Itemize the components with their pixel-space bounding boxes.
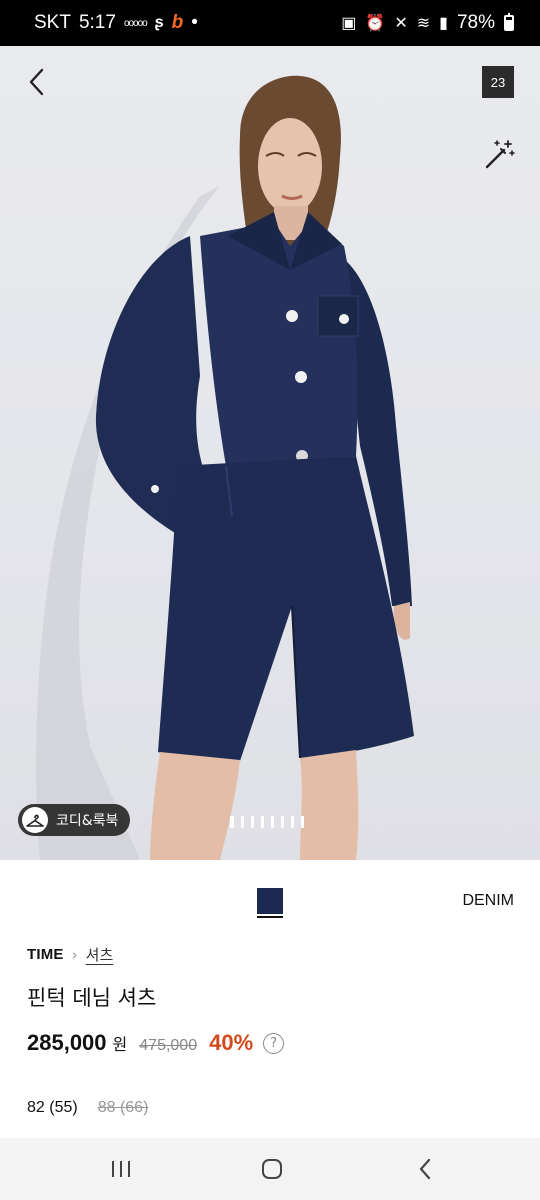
carrier-label: SKT [34, 12, 71, 33]
recent-apps-icon [112, 1161, 130, 1177]
product-title: 핀턱 데님 셔츠 [27, 986, 157, 1010]
nav-back-icon [419, 1158, 431, 1180]
pager-dot [251, 816, 254, 828]
home-button[interactable] [257, 1154, 287, 1184]
product-image-gallery[interactable]: 23 코디&룩북 [0, 46, 540, 860]
color-swatch-denim[interactable] [257, 888, 283, 914]
wifi-icon: ≋ [416, 15, 431, 32]
chevron-left-icon [29, 68, 44, 96]
price-row: 285,000 원 475,000 40% ? [27, 1030, 285, 1056]
signal-icon: ▮ [439, 15, 448, 32]
magic-wand-icon [485, 140, 515, 169]
nav-back-button[interactable] [410, 1154, 440, 1184]
photo-count-badge[interactable]: 23 [482, 66, 514, 98]
selected-swatch-indicator [257, 916, 283, 918]
battery-icon [504, 13, 514, 31]
pager-dot [291, 816, 294, 828]
category-link[interactable]: 셔츠 [86, 944, 114, 965]
bunjang-icon: b [171, 12, 184, 33]
hanger-icon [22, 807, 48, 833]
mute-icon: ✕ [394, 15, 408, 32]
notification-dots-icon: ooooo [123, 17, 148, 29]
pager-dot [241, 816, 244, 828]
gallery-pager [230, 816, 304, 828]
color-options: DENIM [0, 860, 540, 938]
price-help-icon[interactable]: ? [263, 1032, 285, 1054]
codi-lookbook-label: 코디&룩북 [56, 813, 119, 829]
discount-rate: 40% [209, 1030, 254, 1055]
recent-apps-button[interactable] [106, 1154, 136, 1184]
pager-dot [301, 816, 304, 828]
status-right: ▣ ⏰ ✕ ≋ ▮ 78% [341, 12, 514, 34]
alarm-icon: ⏰ [365, 15, 386, 32]
system-nav-bar [0, 1138, 540, 1200]
battery-percent: 78% [456, 12, 495, 33]
product-photo [36, 75, 414, 860]
home-icon [262, 1159, 282, 1179]
pager-dot [281, 816, 284, 828]
status-bar: SKT 5:17 ooooo ʂ b • ▣ ⏰ ✕ ≋ ▮ 78% [0, 0, 540, 46]
pager-dot [230, 816, 234, 828]
color-name: DENIM [462, 892, 514, 909]
status-left: SKT 5:17 ooooo ʂ b • [34, 12, 198, 34]
chevron-right-icon: › [71, 945, 78, 964]
back-button[interactable] [18, 62, 54, 102]
original-price: 475,000 [139, 1037, 198, 1054]
codi-lookbook-button[interactable]: 코디&룩북 [18, 804, 131, 836]
brand-link[interactable]: TIME [27, 946, 64, 963]
size-option[interactable]: 82 (55) [27, 1099, 78, 1117]
pager-dot [261, 816, 264, 828]
currency-unit: 원 [112, 1035, 128, 1054]
style-recommend-button[interactable] [482, 138, 516, 172]
size-options: 82 (55) 88 (66) [27, 1099, 148, 1117]
breadcrumb: TIME › 셔츠 [27, 944, 113, 965]
size-option-sold-out: 88 (66) [97, 1099, 149, 1116]
clock: 5:17 [78, 12, 116, 33]
nfc-icon: ▣ [341, 15, 357, 32]
notification-app-icon: ʂ [154, 14, 164, 31]
more-notifications-dot-icon: • [191, 12, 198, 33]
pager-dot [271, 816, 274, 828]
sale-price: 285,000 [27, 1030, 107, 1055]
